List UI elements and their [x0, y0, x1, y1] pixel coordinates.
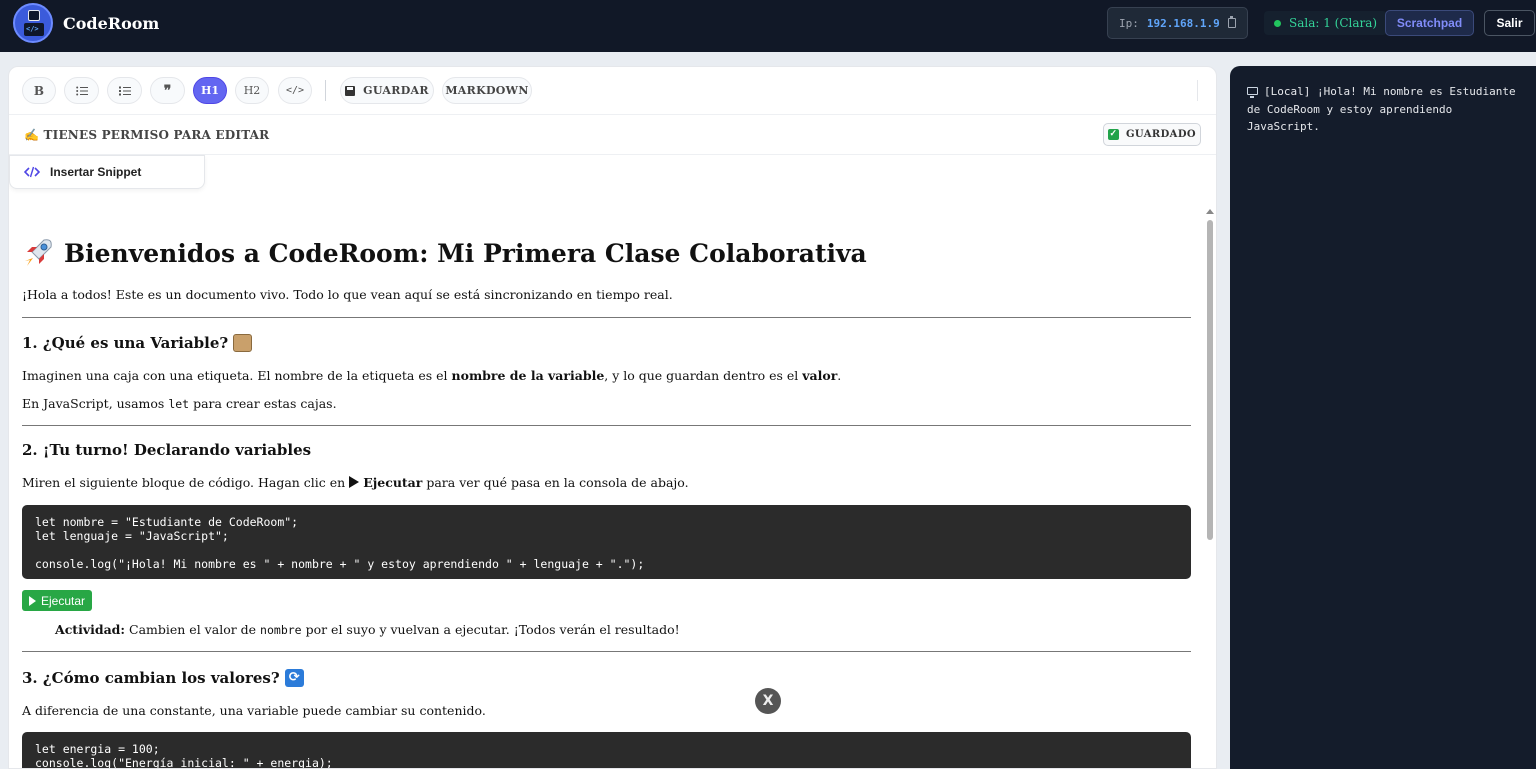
- console-output-line: [Local] ¡Hola! Mi nombre es Estudiante d…: [1247, 83, 1527, 136]
- console-panel: [Local] ¡Hola! Mi nombre es Estudiante d…: [1230, 66, 1536, 769]
- inline-code: nombre: [260, 623, 302, 637]
- saved-status-badge: ✓ GUARDADO: [1103, 123, 1201, 146]
- insert-snippet-label: Insertar Snippet: [50, 165, 142, 179]
- clipboard-icon[interactable]: [1227, 16, 1236, 28]
- bold-text: valor: [802, 368, 838, 383]
- check-icon: ✓: [1107, 129, 1119, 140]
- insert-snippet-button[interactable]: Insertar Snippet: [9, 155, 205, 189]
- text-span: En JavaScript, usamos: [22, 396, 169, 411]
- divider: [22, 317, 1191, 318]
- code-icon: </>: [285, 85, 305, 96]
- code-block[interactable]: let energia = 100; console.log("Energía …: [22, 732, 1191, 768]
- bullet-list-icon: [75, 86, 88, 95]
- section-2-heading: 2. ¡Tu turno! Declarando variables: [22, 441, 312, 459]
- h1-button[interactable]: H1: [193, 77, 227, 104]
- document-title: Bienvenidos a CodeRoom: Mi Primera Clase…: [22, 237, 867, 269]
- play-icon: [349, 476, 360, 488]
- document-title-text: Bienvenidos a CodeRoom: Mi Primera Clase…: [64, 238, 867, 268]
- top-bar: </> CodeRoom Ip: 192.168.1.9 Sala: 1 (Cl…: [0, 0, 1536, 52]
- play-icon: [29, 595, 36, 606]
- saved-label: GUARDADO: [1125, 129, 1197, 140]
- toolbar-divider-right: [1197, 80, 1198, 101]
- close-button[interactable]: X: [755, 688, 781, 714]
- editor-scrollbar[interactable]: [1205, 209, 1215, 768]
- section-1-title: 1. ¿Qué es una Variable?: [22, 334, 229, 352]
- divider: [22, 651, 1191, 652]
- toolbar-divider: [325, 80, 326, 101]
- save-icon: [345, 85, 356, 96]
- intro-paragraph: ¡Hola a todos! Este es un documento vivo…: [22, 287, 673, 302]
- divider: [22, 425, 1191, 426]
- text-span: para crear estas cajas.: [189, 396, 337, 411]
- inline-code: let: [168, 397, 190, 411]
- code-brackets-icon: [24, 166, 40, 178]
- document-content[interactable]: Bienvenidos a CodeRoom: Mi Primera Clase…: [21, 207, 1192, 768]
- section-3-heading: 3. ¿Cómo cambian los valores? ⟳: [22, 669, 304, 687]
- permission-bar: ✍️ TIENES PERMISO PARA EDITAR ✓ GUARDADO: [9, 115, 1216, 155]
- save-button[interactable]: GUARDAR: [340, 77, 434, 104]
- app-title: CodeRoom: [63, 14, 160, 33]
- console-output-text: [Local] ¡Hola! Mi nombre es Estudiante d…: [1247, 85, 1516, 133]
- room-label: Sala: 1 (Clara): [1289, 16, 1378, 30]
- numbered-list-button[interactable]: [107, 77, 142, 104]
- section-3-paragraph: A diferencia de una constante, una varia…: [22, 703, 486, 718]
- run-button[interactable]: Ejecutar: [22, 590, 93, 611]
- bold-text: Ejecutar: [363, 475, 423, 490]
- text-span: por el suyo y vuelvan a ejecutar. ¡Todos…: [301, 622, 680, 637]
- exit-button[interactable]: Salir: [1484, 10, 1535, 36]
- run-label: Ejecutar: [41, 593, 86, 608]
- ip-label: Ip:: [1119, 16, 1139, 30]
- section-2-paragraph: Miren el siguiente bloque de código. Hag…: [22, 475, 689, 490]
- editor-toolbar: B ❞ H1 H2 </> GUARDAR MARKDOWN: [9, 67, 1216, 115]
- coderoom-logo: </>: [13, 3, 53, 43]
- section-1-paragraph-2: En JavaScript, usamos let para crear est…: [22, 396, 337, 411]
- section-3-title: 3. ¿Cómo cambian los valores?: [22, 669, 280, 687]
- refresh-icon: ⟳: [284, 669, 304, 687]
- scratchpad-button[interactable]: Scratchpad: [1385, 10, 1474, 36]
- bold-text: nombre de la variable: [451, 368, 605, 383]
- bullet-list-button[interactable]: [64, 77, 99, 104]
- box-icon: [233, 334, 253, 352]
- text-span: , y lo que guardan dentro es el: [604, 368, 803, 383]
- monitor-icon: [1247, 87, 1258, 98]
- markdown-button[interactable]: MARKDOWN: [442, 77, 532, 104]
- quote-button[interactable]: ❞: [150, 77, 185, 104]
- text-span: .: [837, 368, 842, 383]
- scroll-up-arrow-icon[interactable]: [1206, 209, 1214, 214]
- text-span: para ver qué pasa en la consola de abajo…: [422, 475, 689, 490]
- edit-permission-text: ✍️ TIENES PERMISO PARA EDITAR: [24, 128, 270, 142]
- scroll-thumb[interactable]: [1207, 220, 1213, 540]
- rocket-icon: [25, 239, 52, 266]
- room-status: Sala: 1 (Clara): [1264, 11, 1388, 35]
- section-1-paragraph-1: Imaginen una caja con una etiqueta. El n…: [22, 368, 841, 383]
- numbered-list-icon: [118, 86, 131, 95]
- text-span: Imaginen una caja con una etiqueta. El n…: [22, 368, 452, 383]
- ip-display[interactable]: Ip: 192.168.1.9: [1107, 7, 1248, 39]
- online-dot-icon: [1274, 19, 1281, 27]
- quote-icon: ❞: [163, 82, 172, 99]
- editor-panel: B ❞ H1 H2 </> GUARDAR MARKDOWN ✍️ TIENES…: [8, 66, 1217, 769]
- code-block[interactable]: let nombre = "Estudiante de CodeRoom"; l…: [22, 505, 1191, 579]
- section-1-heading: 1. ¿Qué es una Variable?: [22, 334, 253, 352]
- activity-paragraph: Actividad: Cambien el valor de nombre po…: [55, 622, 680, 637]
- text-span: Miren el siguiente bloque de código. Hag…: [22, 475, 350, 490]
- h2-button[interactable]: H2: [235, 77, 269, 104]
- text-span: Cambien el valor de: [125, 622, 261, 637]
- code-button[interactable]: </>: [278, 77, 312, 104]
- activity-label: Actividad:: [55, 622, 126, 637]
- ip-value: 192.168.1.9: [1146, 16, 1220, 30]
- bold-button[interactable]: B: [22, 77, 56, 104]
- save-label: GUARDAR: [363, 84, 429, 97]
